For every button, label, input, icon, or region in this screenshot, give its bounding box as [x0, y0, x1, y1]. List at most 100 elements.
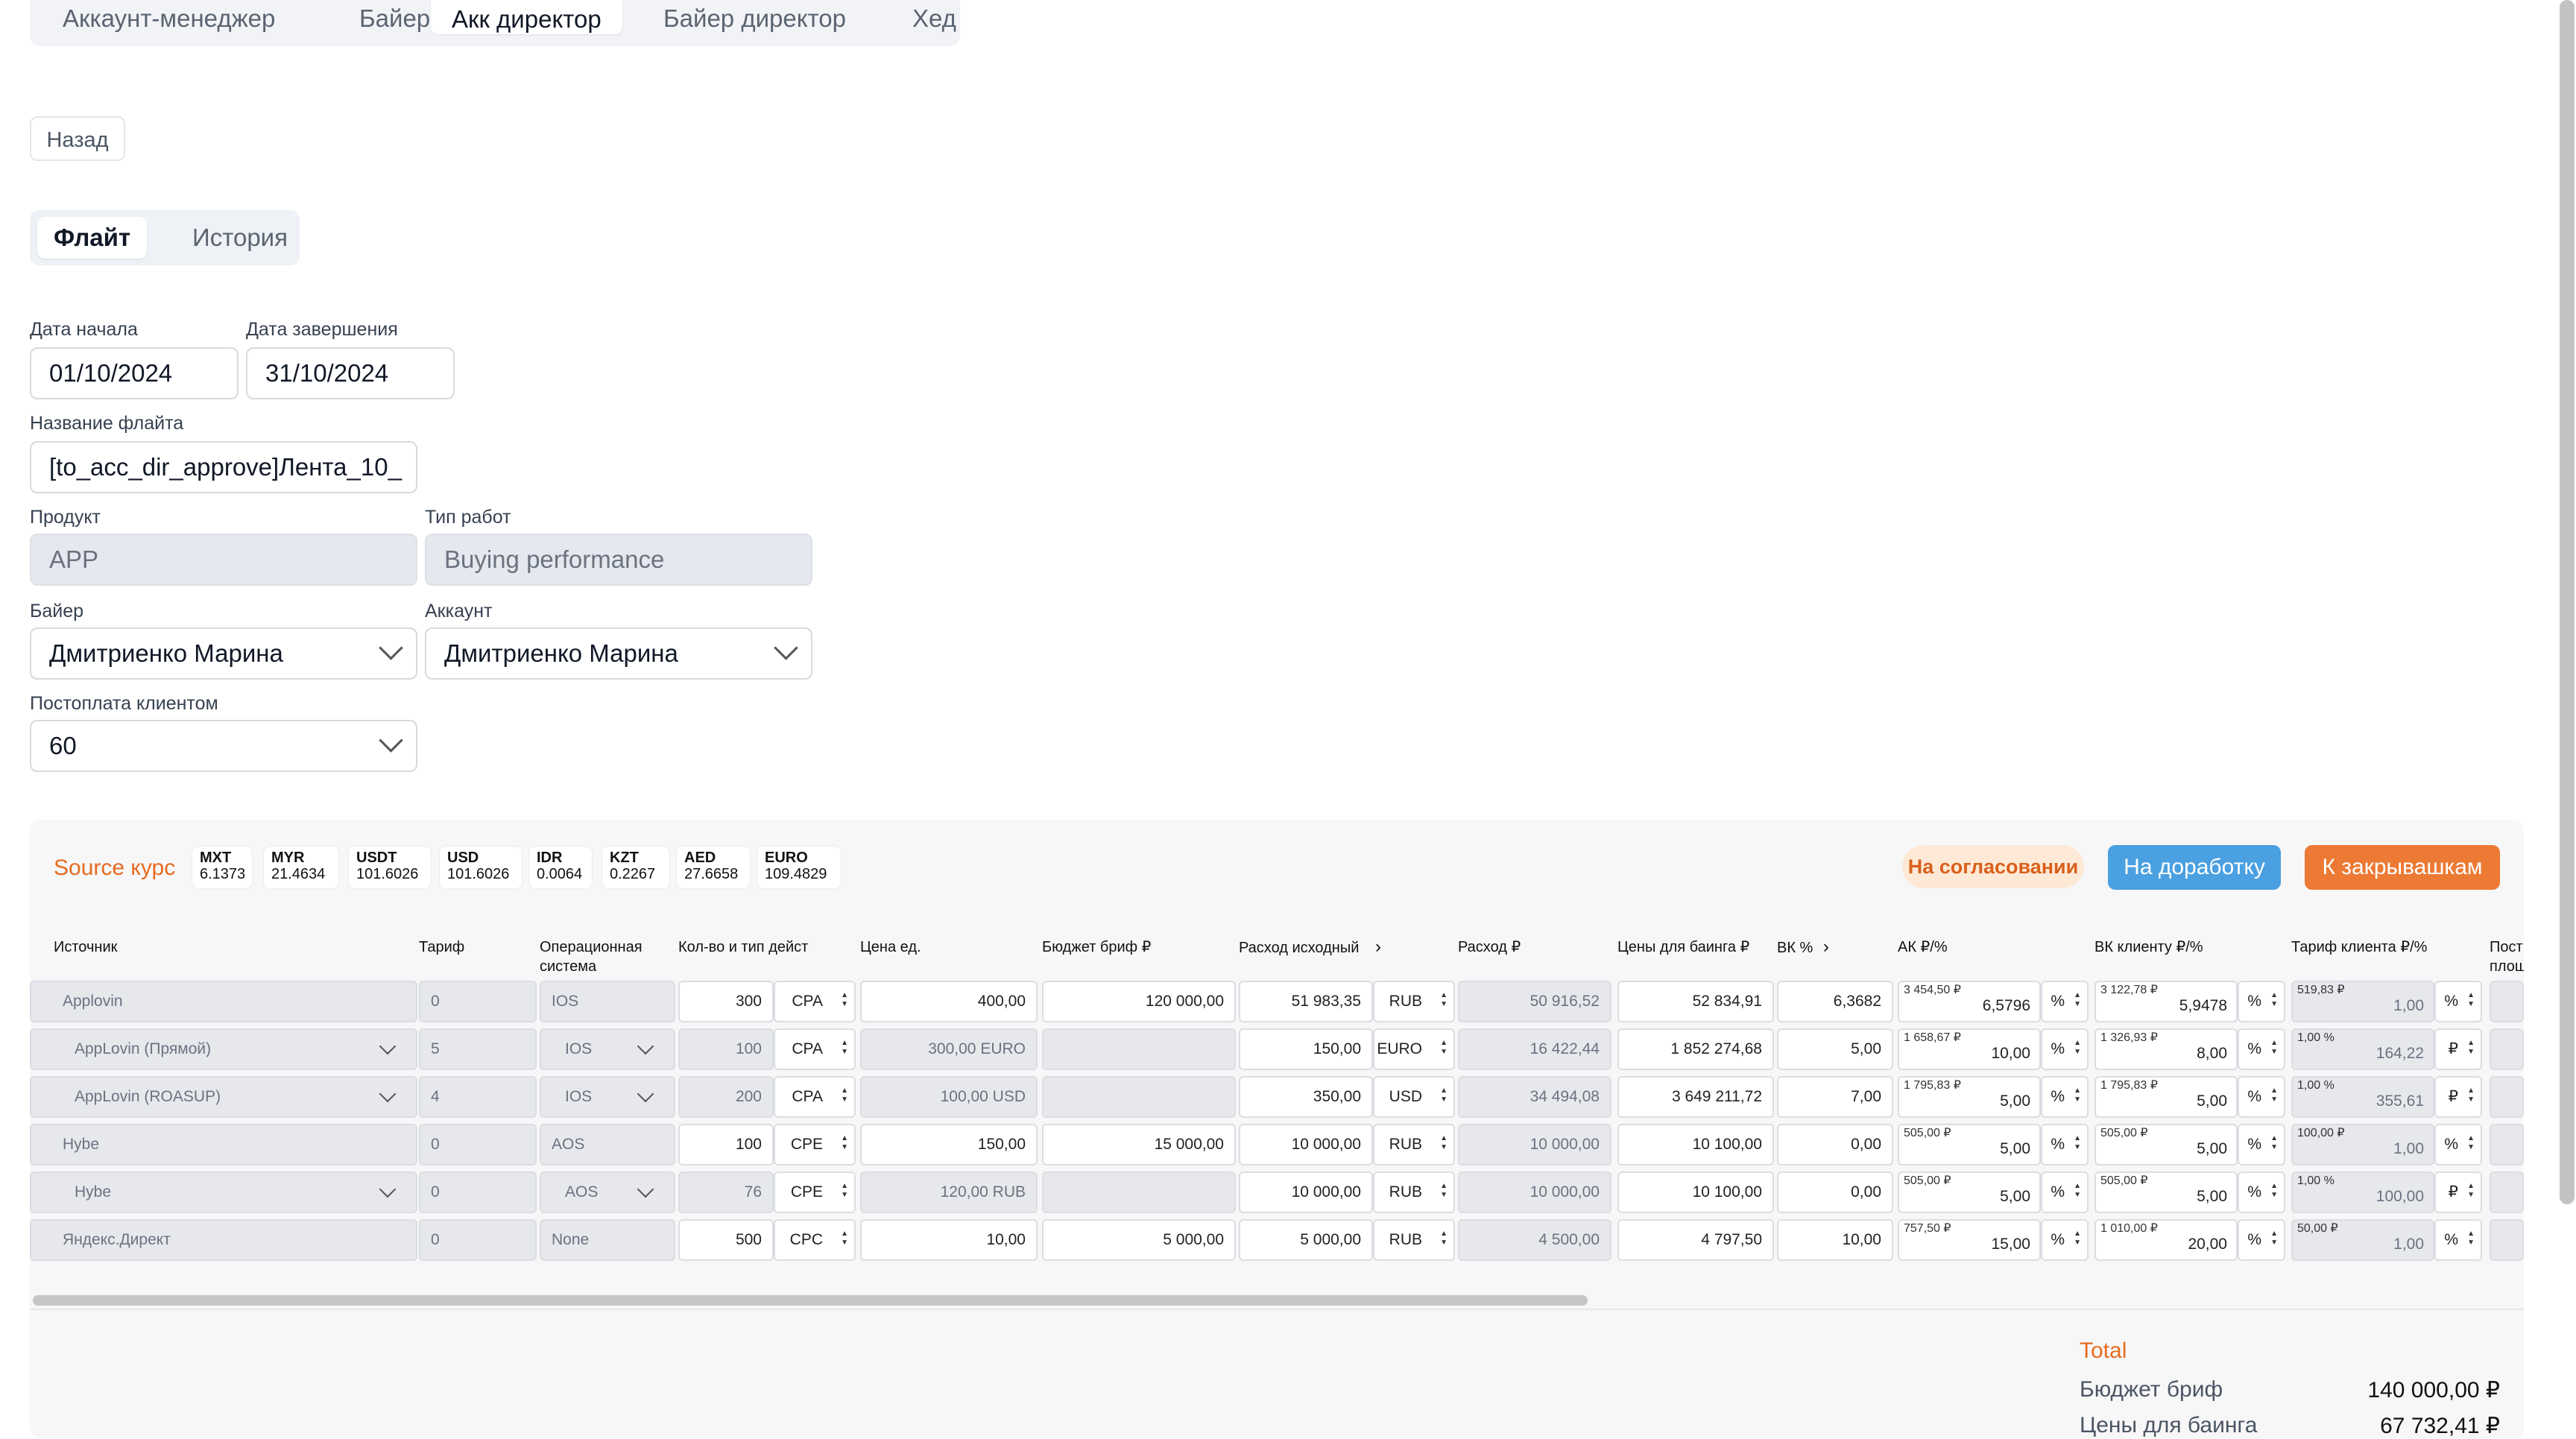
quantity-input[interactable]: 100 — [678, 1028, 774, 1070]
account-select[interactable]: Дмитриенко Марина — [425, 627, 812, 680]
quantity-input[interactable]: 76 — [678, 1171, 774, 1213]
postpay-select[interactable]: 60 — [30, 720, 417, 772]
source-select[interactable]: Hybe — [30, 1171, 417, 1213]
currency-select[interactable]: EURO — [1373, 1028, 1455, 1070]
tab-account-manager[interactable]: Аккаунт-менеджер — [42, 0, 296, 34]
vk-client-unit-select[interactable]: % — [2238, 1028, 2285, 1070]
client-tariff-input[interactable]: 1,00 % 355,61 — [2291, 1076, 2434, 1118]
unit-price-input[interactable]: 150,00 — [860, 1124, 1038, 1166]
action-type-select[interactable]: CPC — [774, 1219, 856, 1261]
vk-client-unit-select[interactable]: % — [2238, 1124, 2285, 1166]
unit-price-input[interactable]: 400,00 — [860, 981, 1038, 1022]
action-type-select[interactable]: CPE — [774, 1124, 856, 1166]
tab-head[interactable]: Хед — [891, 0, 977, 34]
postpay-platform-field[interactable] — [2490, 1171, 2524, 1213]
vk-client-input[interactable]: 1 326,93 ₽ 8,00 — [2094, 1028, 2238, 1070]
unit-price-input[interactable]: 10,00 — [860, 1219, 1038, 1261]
horizontal-scrollbar[interactable] — [33, 1295, 1588, 1306]
expense-source-input[interactable]: 51 983,35 — [1239, 981, 1373, 1022]
postpay-platform-field[interactable] — [2490, 1028, 2524, 1070]
quantity-input[interactable]: 200 — [678, 1076, 774, 1118]
ak-unit-select[interactable]: % — [2041, 1171, 2089, 1213]
col-vk[interactable]: ВК % › — [1777, 937, 1829, 958]
postpay-platform-field[interactable] — [2490, 1124, 2524, 1166]
client-tariff-unit-select[interactable]: ₽ — [2434, 1028, 2482, 1070]
source-select[interactable]: AppLovin (Прямой) — [30, 1028, 417, 1070]
vk-client-input[interactable]: 505,00 ₽ 5,00 — [2094, 1171, 2238, 1213]
ak-input[interactable]: 1 795,83 ₽ 5,00 — [1898, 1076, 2041, 1118]
currency-select[interactable]: USD — [1373, 1076, 1455, 1118]
buyer-select[interactable]: Дмитриенко Марина — [30, 627, 417, 680]
postpay-platform-field[interactable] — [2490, 981, 2524, 1022]
source-select[interactable]: Hybe — [30, 1124, 417, 1166]
vk-client-input[interactable]: 3 122,78 ₽ 5,9478 — [2094, 981, 2238, 1022]
ak-input[interactable]: 1 658,67 ₽ 10,00 — [1898, 1028, 2041, 1070]
buying-price-input[interactable]: 1 852 274,68 — [1617, 1028, 1774, 1070]
client-tariff-unit-select[interactable]: ₽ — [2434, 1076, 2482, 1118]
action-type-select[interactable]: CPA — [774, 1076, 856, 1118]
budget-input[interactable]: 15 000,00 — [1042, 1124, 1236, 1166]
ak-input[interactable]: 757,50 ₽ 15,00 — [1898, 1219, 2041, 1261]
quantity-input[interactable]: 300 — [678, 981, 774, 1022]
client-tariff-input[interactable]: 50,00 ₽ 1,00 — [2291, 1219, 2434, 1261]
vertical-scrollbar[interactable] — [2560, 0, 2575, 1204]
expense-source-input[interactable]: 10 000,00 — [1239, 1171, 1373, 1213]
start-date-input[interactable]: 01/10/2024 — [30, 347, 239, 399]
source-select[interactable]: AppLovin (ROASUP) — [30, 1076, 417, 1118]
currency-select[interactable]: RUB — [1373, 981, 1455, 1022]
vk-client-unit-select[interactable]: % — [2238, 1219, 2285, 1261]
vk-client-unit-select[interactable]: % — [2238, 981, 2285, 1022]
client-tariff-unit-select[interactable]: % — [2434, 1219, 2482, 1261]
budget-input[interactable]: 5 000,00 — [1042, 1219, 1236, 1261]
ak-unit-select[interactable]: % — [2041, 1124, 2089, 1166]
currency-select[interactable]: RUB — [1373, 1171, 1455, 1213]
close-docs-button[interactable]: К закрывашкам — [2305, 845, 2500, 890]
buying-price-input[interactable]: 4 797,50 — [1617, 1219, 1774, 1261]
budget-input[interactable]: 120 000,00 — [1042, 981, 1236, 1022]
ak-unit-select[interactable]: % — [2041, 1219, 2089, 1261]
vk-client-input[interactable]: 1 795,83 ₽ 5,00 — [2094, 1076, 2238, 1118]
action-type-select[interactable]: CPA — [774, 981, 856, 1022]
expense-source-input[interactable]: 150,00 — [1239, 1028, 1373, 1070]
vk-client-unit-select[interactable]: % — [2238, 1171, 2285, 1213]
buying-price-input[interactable]: 52 834,91 — [1617, 981, 1774, 1022]
expense-source-input[interactable]: 10 000,00 — [1239, 1124, 1373, 1166]
ak-unit-select[interactable]: % — [2041, 981, 2089, 1022]
client-tariff-unit-select[interactable]: % — [2434, 1124, 2482, 1166]
col-expense-source[interactable]: Расход исходный › — [1239, 937, 1381, 958]
back-button[interactable]: Назад — [30, 116, 125, 161]
postpay-platform-field[interactable] — [2490, 1076, 2524, 1118]
buying-price-input[interactable]: 10 100,00 — [1617, 1124, 1774, 1166]
client-tariff-input[interactable]: 1,00 % 164,22 — [2291, 1028, 2434, 1070]
end-date-input[interactable]: 31/10/2024 — [246, 347, 455, 399]
flight-name-input[interactable]: [to_acc_dir_approve]Лента_10_ — [30, 441, 417, 493]
ak-input[interactable]: 505,00 ₽ 5,00 — [1898, 1124, 2041, 1166]
expense-source-input[interactable]: 350,00 — [1239, 1076, 1373, 1118]
tab-buyer-director[interactable]: Байер директор — [643, 0, 867, 34]
rework-button[interactable]: На доработку — [2108, 845, 2281, 890]
client-tariff-input[interactable]: 519,83 ₽ 1,00 — [2291, 981, 2434, 1022]
ak-input[interactable]: 505,00 ₽ 5,00 — [1898, 1171, 2041, 1213]
vk-input[interactable]: 0,00 — [1777, 1124, 1893, 1166]
vk-input[interactable]: 10,00 — [1777, 1219, 1893, 1261]
vk-input[interactable]: 7,00 — [1777, 1076, 1893, 1118]
tab-account-director[interactable]: Акк директор — [431, 0, 622, 34]
vk-client-input[interactable]: 1 010,00 ₽ 20,00 — [2094, 1219, 2238, 1261]
client-tariff-input[interactable]: 1,00 % 100,00 — [2291, 1171, 2434, 1213]
quantity-input[interactable]: 500 — [678, 1219, 774, 1261]
tab-history[interactable]: История — [176, 217, 304, 259]
tab-flight[interactable]: Флайт — [37, 217, 148, 259]
expense-source-input[interactable]: 5 000,00 — [1239, 1219, 1373, 1261]
client-tariff-unit-select[interactable]: ₽ — [2434, 1171, 2482, 1213]
os-select[interactable]: IOS — [540, 1076, 675, 1118]
source-select[interactable]: Яндекс.Директ — [30, 1219, 417, 1261]
vk-input[interactable]: 6,3682 — [1777, 981, 1893, 1022]
vk-client-unit-select[interactable]: % — [2238, 1076, 2285, 1118]
client-tariff-unit-select[interactable]: % — [2434, 981, 2482, 1022]
ak-input[interactable]: 3 454,50 ₽ 6,5796 — [1898, 981, 2041, 1022]
ak-unit-select[interactable]: % — [2041, 1076, 2089, 1118]
action-type-select[interactable]: CPA — [774, 1028, 856, 1070]
postpay-platform-field[interactable] — [2490, 1219, 2524, 1261]
quantity-input[interactable]: 100 — [678, 1124, 774, 1166]
buying-price-input[interactable]: 3 649 211,72 — [1617, 1076, 1774, 1118]
